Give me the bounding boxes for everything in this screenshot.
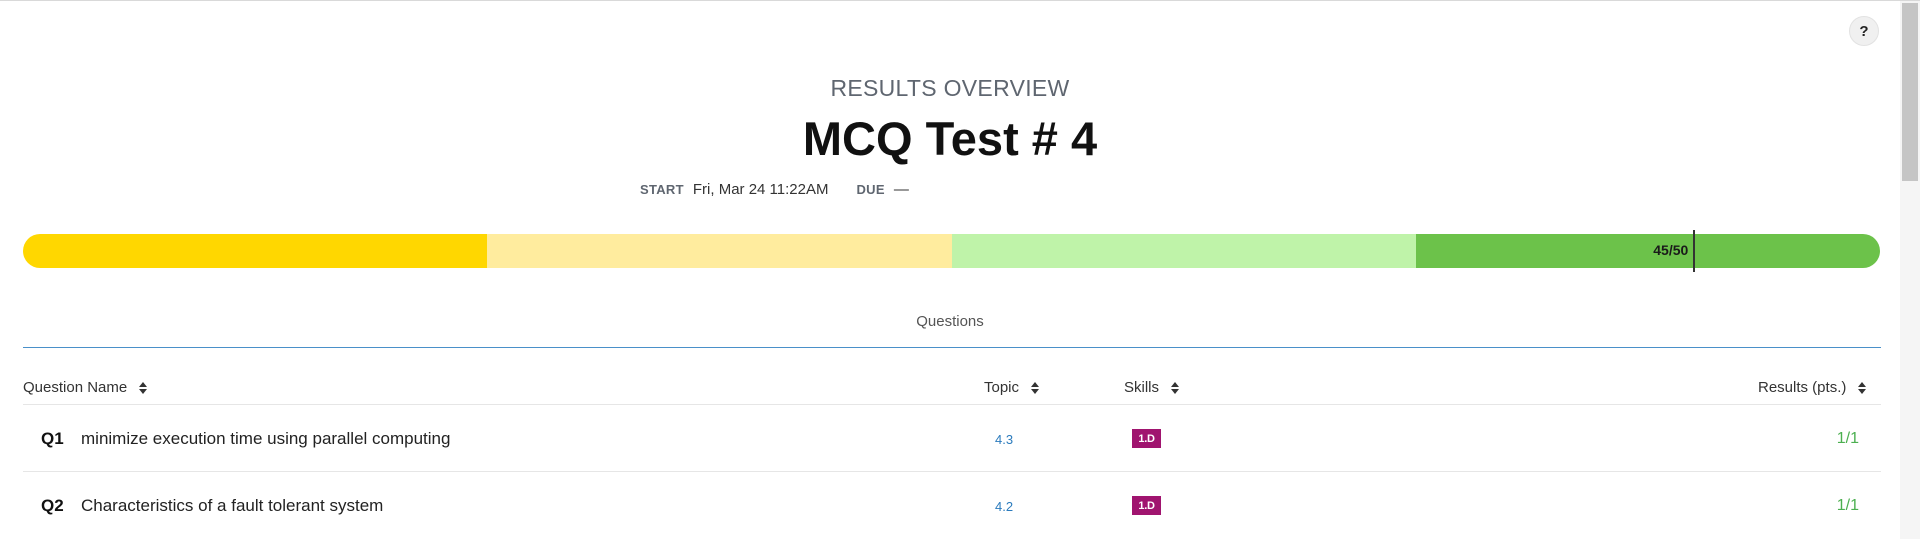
sort-icon[interactable]	[1858, 381, 1867, 394]
sort-icon[interactable]	[1171, 381, 1180, 394]
topic-link[interactable]: 4.2	[995, 499, 1013, 514]
result-score: 1/1	[1836, 497, 1859, 514]
question-number: Q1	[41, 429, 64, 448]
due-label: DUE	[856, 182, 885, 197]
question-name[interactable]: Characteristics of a fault tolerant syst…	[81, 496, 383, 516]
column-header-results[interactable]: Results (pts.)	[1758, 379, 1867, 396]
sort-icon[interactable]	[1031, 381, 1040, 394]
results-overview-page: ? RESULTS OVERVIEW MCQ Test # 4 START Fr…	[0, 1, 1900, 539]
skill-badge: 1.D	[1132, 429, 1161, 448]
column-header-skills[interactable]: Skills	[1124, 379, 1180, 396]
topic-link[interactable]: 4.3	[995, 432, 1013, 447]
page-title: MCQ Test # 4	[802, 112, 1098, 165]
help-icon: ?	[1859, 22, 1869, 40]
table-row[interactable]: Q1 minimize execution time using paralle…	[23, 404, 1881, 471]
assignment-dates: START Fri, Mar 24 11:22AM DUE —	[640, 181, 909, 198]
question-name[interactable]: minimize execution time using parallel c…	[81, 429, 450, 449]
page-overline: RESULTS OVERVIEW	[830, 75, 1070, 101]
table-header: Question Name Topic Skills Results (pts.…	[0, 379, 1900, 403]
start-value: Fri, Mar 24 11:22AM	[692, 181, 829, 198]
tab-underline	[23, 347, 1881, 348]
score-marker	[1693, 230, 1696, 272]
scrollbar-thumb[interactable]	[1902, 3, 1918, 181]
column-header-topic[interactable]: Topic	[984, 379, 1040, 396]
due-value: —	[893, 181, 909, 198]
column-header-question-name[interactable]: Question Name	[23, 379, 148, 396]
table-row[interactable]: Q2 Characteristics of a fault tolerant s…	[23, 471, 1881, 538]
tab-questions[interactable]: Questions	[0, 313, 1900, 330]
help-button[interactable]: ?	[1849, 16, 1879, 46]
score-band-2	[487, 234, 952, 268]
start-label: START	[640, 182, 684, 197]
score-progress-bar	[23, 234, 1880, 268]
skill-badge: 1.D	[1132, 496, 1161, 515]
score-band-1	[23, 234, 488, 268]
question-number: Q2	[41, 496, 64, 515]
score-band-3	[951, 234, 1416, 268]
vertical-scrollbar[interactable]	[1900, 1, 1920, 539]
sort-icon[interactable]	[139, 381, 148, 394]
score-label: 45/50	[1653, 242, 1689, 258]
result-score: 1/1	[1836, 430, 1859, 447]
